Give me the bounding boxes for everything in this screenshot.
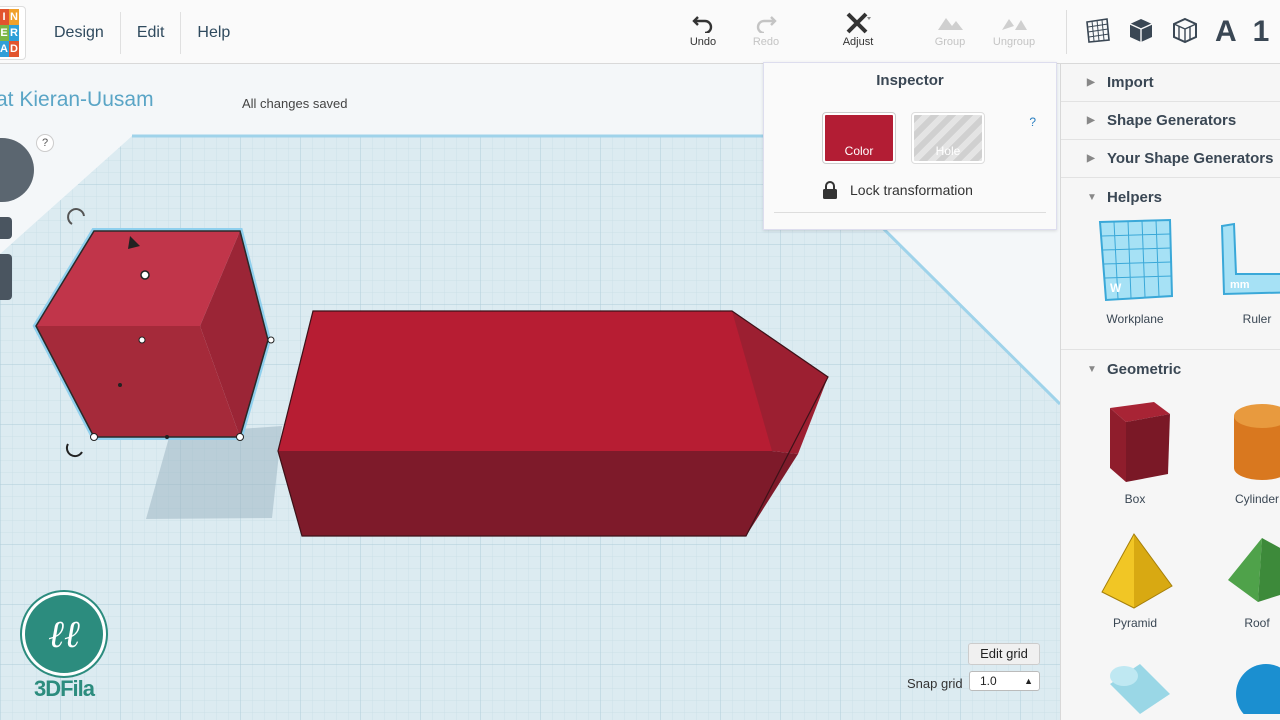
3dfila-logo-icon: ℓℓ	[20, 590, 108, 678]
logo-letter: R	[9, 25, 19, 41]
main-menu: Design Edit Help	[38, 12, 246, 54]
expand-icon: ▶	[1087, 77, 1095, 88]
item-label: Ruler	[1242, 312, 1272, 326]
shape-box[interactable]: Box	[1085, 396, 1185, 506]
redo-label: Redo	[752, 36, 780, 48]
inspector-title: Inspector	[876, 72, 944, 89]
number-shape-icon[interactable]: 1	[1253, 15, 1270, 49]
group-icon	[932, 10, 968, 36]
text-shape-icon[interactable]: A	[1215, 15, 1237, 49]
section-geometric[interactable]: ▼ Geometric	[1061, 350, 1280, 388]
3dfila-watermark: ℓℓ 3DFila	[20, 590, 108, 702]
color-swatch-button[interactable]: Color	[822, 112, 896, 164]
undo-button[interactable]: Undo	[686, 10, 720, 48]
collapse-icon: ▼	[1087, 191, 1097, 203]
helper-workplane[interactable]: W Workplane	[1085, 216, 1185, 326]
expand-icon: ▶	[1087, 153, 1095, 164]
item-label: Roof	[1244, 616, 1270, 630]
section-import[interactable]: ▶ Import	[1061, 64, 1280, 102]
adjust-icon	[838, 10, 878, 36]
section-label: Import	[1107, 74, 1154, 91]
item-label: Workplane	[1106, 312, 1164, 326]
undo-label: Undo	[689, 36, 717, 48]
home-view-button[interactable]	[0, 217, 12, 239]
ungroup-icon	[988, 10, 1040, 36]
ruler-icon: mm	[1220, 222, 1280, 296]
expand-icon: ▶	[1087, 115, 1095, 126]
section-label: Shape Generators	[1107, 112, 1237, 129]
snap-grid-value: 1.0	[980, 674, 997, 688]
section-helpers[interactable]: ▼ Helpers	[1061, 178, 1280, 216]
group-button[interactable]: Group	[932, 10, 968, 48]
section-label: Geometric	[1107, 360, 1182, 378]
cube-view-icon[interactable]	[1127, 16, 1155, 49]
edit-grid-button[interactable]: Edit grid	[968, 643, 1040, 665]
workplane-icon: W	[1098, 218, 1174, 302]
ungroup-button[interactable]: Ungroup	[988, 10, 1040, 48]
lock-label: Lock transformation	[850, 182, 973, 198]
view-controls: A 1	[1066, 10, 1269, 54]
help-icon[interactable]: ?	[36, 134, 54, 152]
inspector-help-link[interactable]: ?	[1029, 115, 1036, 129]
snap-grid-select[interactable]: 1.0 ▲	[969, 671, 1040, 691]
svg-text:W: W	[1110, 281, 1122, 295]
item-label: Pyramid	[1112, 616, 1157, 630]
item-label: Cylinder	[1234, 492, 1279, 506]
logo-letter: D	[9, 41, 19, 57]
menu-design[interactable]: Design	[38, 12, 121, 54]
cylinder-shape-icon	[1234, 404, 1280, 480]
item-label: Box	[1124, 492, 1146, 506]
grid-view-icon[interactable]	[1083, 16, 1111, 49]
section-label: Helpers	[1107, 188, 1163, 206]
section-label: Your Shape Generators	[1107, 150, 1274, 167]
watermark-text: 3DFila	[33, 676, 95, 701]
box-shape-icon	[1110, 402, 1170, 482]
group-label: Group	[934, 36, 966, 48]
design-title[interactable]: at Kieran-Uusam	[0, 88, 154, 112]
save-status: All changes saved	[242, 96, 348, 111]
hole-button[interactable]: Hole	[911, 112, 985, 164]
roof-shape-icon	[1228, 538, 1280, 602]
redo-button[interactable]: Redo	[750, 10, 782, 48]
logo-letter: E	[0, 25, 9, 41]
collapse-icon: ▼	[1087, 363, 1097, 375]
pyramid-shape-icon	[1101, 533, 1173, 609]
ungroup-label: Ungroup	[992, 36, 1036, 48]
adjust-button[interactable]: Adjust	[838, 10, 878, 48]
inspector-panel: Inspector Color Hole ? Lock transformati…	[763, 62, 1057, 230]
helper-ruler[interactable]: mm Ruler	[1207, 216, 1280, 326]
section-shape-generators[interactable]: ▶ Shape Generators	[1061, 102, 1280, 140]
logo-letter: N	[9, 9, 19, 25]
menu-help[interactable]: Help	[181, 12, 246, 54]
helpers-list: W Workplane mm Ruler	[1061, 216, 1280, 350]
wireframe-cube-icon[interactable]	[1171, 16, 1199, 49]
shapes-sidebar: ▶ Import ▶ Shape Generators ▶ Your Shape Ge…	[1060, 64, 1280, 720]
adjust-label: Adjust	[842, 36, 874, 48]
menu-edit[interactable]: Edit	[121, 12, 182, 54]
shape-roof[interactable]: Roof	[1207, 528, 1280, 630]
sphere-shape-icon	[1236, 664, 1280, 720]
shape-pyramid[interactable]: Pyramid	[1085, 528, 1185, 630]
section-your-shape-generators[interactable]: ▶ Your Shape Generators	[1061, 140, 1280, 178]
arrow-shape[interactable]	[277, 310, 829, 537]
shape-cylinder[interactable]: Cylinder	[1207, 396, 1280, 506]
geometric-list: Box Cylinder Pyramid Roof	[1061, 388, 1280, 720]
lock-transformation-toggle[interactable]: Lock transformation	[822, 181, 973, 199]
top-toolbar: I N E R A D Design Edit Help Undo Redo A…	[0, 0, 1280, 64]
tube-shape-icon	[1110, 664, 1170, 714]
logo-letter: I	[0, 9, 9, 25]
zoom-controls[interactable]	[0, 254, 12, 300]
lock-icon	[823, 181, 837, 199]
svg-text:mm: mm	[1230, 279, 1250, 291]
shape-sphere[interactable]	[1207, 654, 1280, 720]
undo-icon	[686, 10, 720, 36]
snap-grid-label: Snap grid	[907, 676, 963, 691]
select-arrows-icon: ▲	[1024, 676, 1033, 686]
inspector-divider	[774, 212, 1046, 213]
redo-icon	[750, 10, 782, 36]
tinkercad-logo[interactable]: I N E R A D	[0, 6, 26, 60]
logo-letter: A	[0, 41, 9, 57]
shape-cylinder-blue[interactable]	[1085, 654, 1185, 717]
